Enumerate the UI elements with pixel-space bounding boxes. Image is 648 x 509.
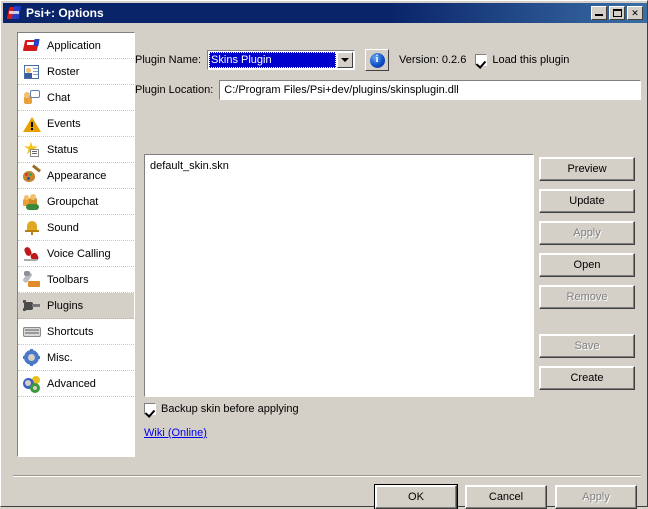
apply-skin-button: Apply: [539, 221, 635, 245]
sidebar-item-sound[interactable]: Sound: [18, 215, 134, 241]
sidebar-item-toolbars[interactable]: Toolbars: [18, 267, 134, 293]
ok-button[interactable]: OK: [375, 485, 457, 509]
preview-button[interactable]: Preview: [539, 157, 635, 181]
open-button[interactable]: Open: [539, 253, 635, 277]
remove-button: Remove: [539, 285, 635, 309]
sidebar-item-roster[interactable]: Roster: [18, 59, 134, 85]
sidebar-item-application[interactable]: Application: [18, 33, 134, 59]
plugin-name-label: Plugin Name:: [135, 54, 201, 66]
skin-actions: Preview Update Apply Open Remove Save Cr…: [539, 157, 635, 398]
sound-icon: [23, 219, 41, 237]
chat-icon: [23, 89, 41, 107]
options-category-list[interactable]: Application Roster Chat Events Status Ap: [17, 32, 135, 457]
sidebar-item-label: Voice Calling: [47, 248, 111, 260]
save-button: Save: [539, 334, 635, 358]
sidebar-item-label: Plugins: [47, 300, 83, 312]
psi-plus-logo-icon: [6, 5, 22, 21]
plugins-settings-pane: Plugin Name: Skins Plugin i Version: 0.2…: [135, 27, 643, 457]
plugin-name-select[interactable]: Skins Plugin: [207, 50, 355, 70]
plugin-version-text: Version: 0.2.6: [399, 54, 466, 66]
skin-list[interactable]: default_skin.skn: [144, 154, 534, 397]
plugin-info-button[interactable]: i: [365, 49, 389, 71]
voice-calling-icon: [23, 245, 41, 263]
plugin-location-row: Plugin Location: C:/Program Files/Psi+de…: [135, 79, 641, 101]
options-window: Psi+: Options ✕ Application Roster Chat: [0, 0, 648, 507]
list-item[interactable]: default_skin.skn: [150, 159, 533, 174]
create-button[interactable]: Create: [539, 366, 635, 390]
sidebar-item-label: Chat: [47, 92, 70, 104]
load-plugin-checkbox[interactable]: Load this plugin: [475, 54, 569, 66]
sidebar-item-shortcuts[interactable]: Shortcuts: [18, 319, 134, 345]
sidebar-item-advanced[interactable]: Advanced: [18, 371, 134, 397]
close-icon: ✕: [628, 7, 642, 19]
footer-divider: [13, 475, 641, 477]
sidebar-item-appearance[interactable]: Appearance: [18, 163, 134, 189]
sidebar-item-plugins[interactable]: Plugins: [18, 293, 134, 319]
toolbars-icon: [23, 271, 41, 289]
plugin-location-input[interactable]: C:/Program Files/Psi+dev/plugins/skinspl…: [219, 80, 641, 100]
update-button[interactable]: Update: [539, 189, 635, 213]
status-icon: [23, 141, 41, 159]
plugins-icon: [23, 297, 41, 315]
backup-skin-label: Backup skin before applying: [161, 403, 299, 415]
application-icon: [23, 37, 41, 55]
sidebar-item-label: Shortcuts: [47, 326, 93, 338]
load-plugin-label: Load this plugin: [492, 54, 569, 66]
wiki-online-link[interactable]: Wiki (Online): [144, 427, 207, 439]
sidebar-item-misc[interactable]: Misc.: [18, 345, 134, 371]
roster-icon: [23, 63, 41, 81]
groupchat-icon: [23, 193, 41, 211]
sidebar-item-status[interactable]: Status: [18, 137, 134, 163]
misc-icon: [23, 349, 41, 367]
window-title: Psi+: Options: [26, 6, 104, 20]
advanced-icon: [23, 375, 41, 393]
checkbox-box: [475, 54, 487, 66]
sidebar-item-label: Application: [47, 40, 101, 52]
maximize-button[interactable]: [609, 6, 625, 20]
sidebar-item-label: Toolbars: [47, 274, 89, 286]
chevron-down-icon[interactable]: [337, 52, 353, 68]
sidebar-item-groupchat[interactable]: Groupchat: [18, 189, 134, 215]
events-icon: [23, 115, 41, 133]
dialog-footer: OK Cancel Apply: [375, 485, 637, 509]
checkbox-box: [144, 403, 156, 415]
sidebar-item-voice-calling[interactable]: Voice Calling: [18, 241, 134, 267]
sidebar-item-label: Advanced: [47, 378, 96, 390]
sidebar-item-label: Roster: [47, 66, 79, 78]
backup-skin-checkbox[interactable]: Backup skin before applying: [144, 403, 299, 415]
appearance-icon: [23, 167, 41, 185]
apply-button: Apply: [555, 485, 637, 509]
cancel-button[interactable]: Cancel: [465, 485, 547, 509]
sidebar-item-chat[interactable]: Chat: [18, 85, 134, 111]
shortcuts-icon: [23, 323, 41, 341]
sidebar-item-label: Events: [47, 118, 81, 130]
title-bar: Psi+: Options ✕: [3, 3, 647, 23]
sidebar-item-events[interactable]: Events: [18, 111, 134, 137]
sidebar-item-label: Appearance: [47, 170, 106, 182]
plugin-location-label: Plugin Location:: [135, 84, 213, 96]
sidebar-item-label: Status: [47, 144, 78, 156]
plugin-name-row: Plugin Name: Skins Plugin i Version: 0.2…: [135, 49, 569, 71]
dialog-body: Application Roster Chat Events Status Ap: [3, 23, 647, 506]
info-icon: i: [370, 53, 385, 68]
window-controls: ✕: [591, 6, 643, 20]
sidebar-item-label: Misc.: [47, 352, 73, 364]
minimize-button[interactable]: [591, 6, 607, 20]
plugin-name-value: Skins Plugin: [209, 52, 336, 68]
close-button[interactable]: ✕: [627, 6, 643, 20]
sidebar-item-label: Sound: [47, 222, 79, 234]
sidebar-item-label: Groupchat: [47, 196, 98, 208]
